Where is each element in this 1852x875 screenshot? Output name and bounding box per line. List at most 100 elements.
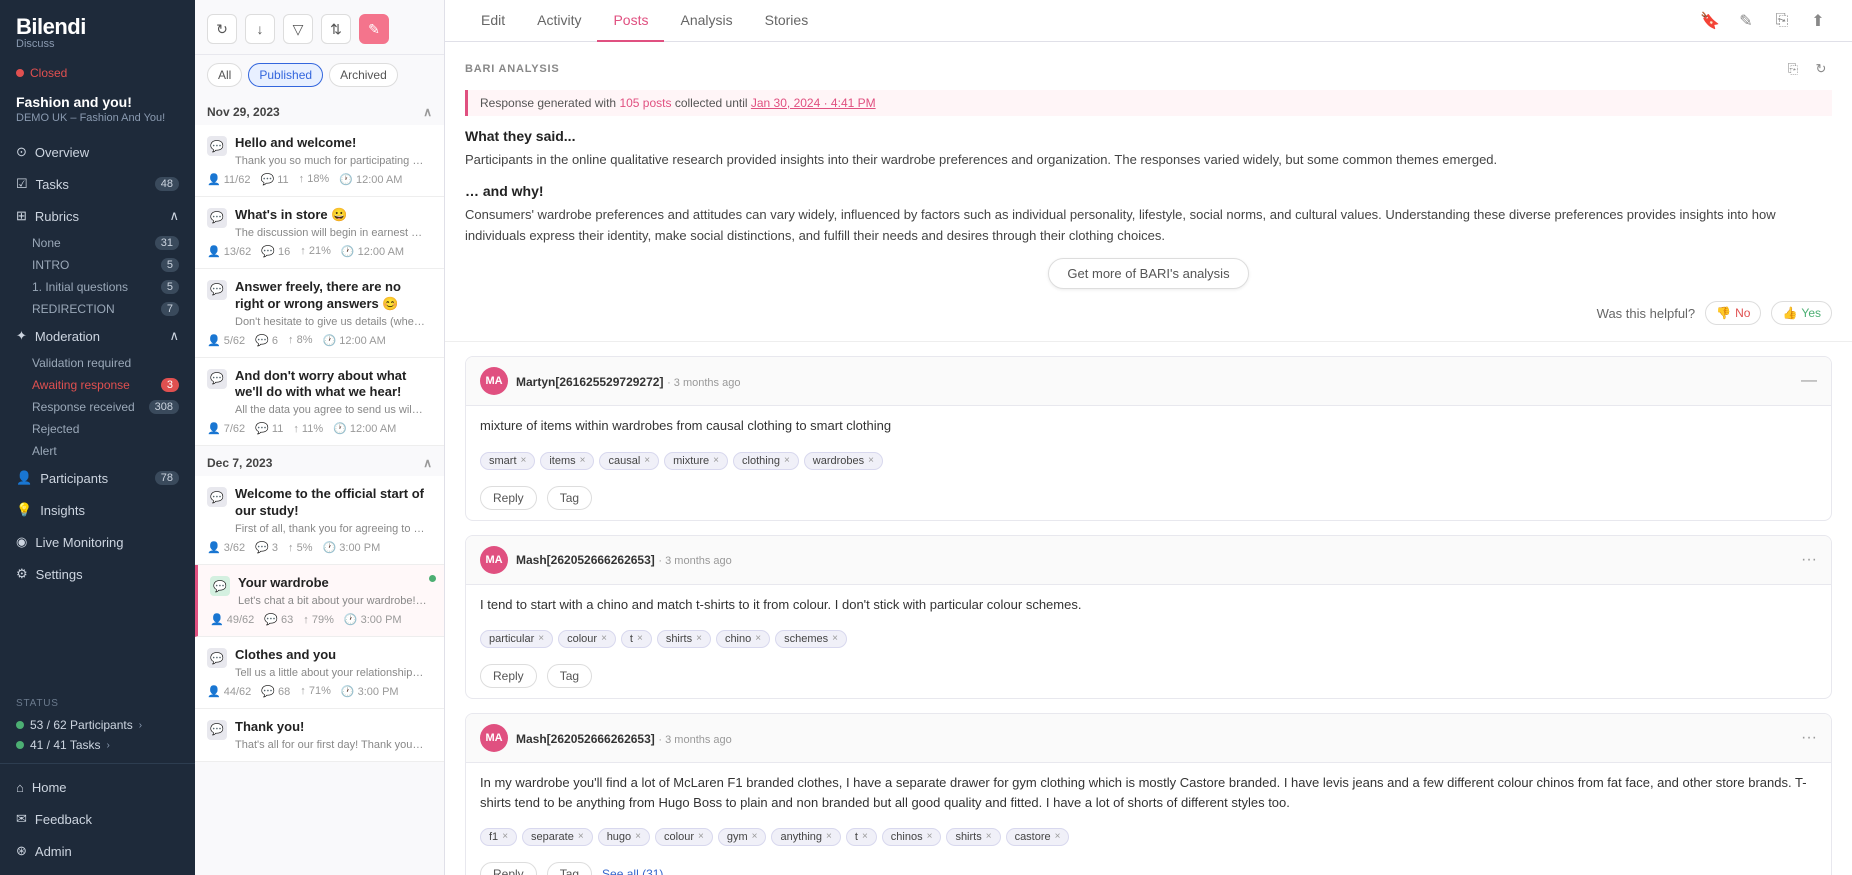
tag: chino × xyxy=(716,630,770,648)
sidebar-item-awaiting-response[interactable]: Awaiting response3 xyxy=(0,374,195,396)
tag: clothing × xyxy=(733,452,799,470)
sidebar-item-rejected[interactable]: Rejected xyxy=(0,418,195,440)
post-menu-button[interactable]: ··· xyxy=(1801,729,1817,747)
tag-remove-button[interactable]: × xyxy=(521,456,527,466)
tag-remove-button[interactable]: × xyxy=(752,832,758,842)
list-item[interactable]: 💬 What's in store 😀 The discussion will … xyxy=(195,197,444,269)
tag-remove-button[interactable]: × xyxy=(927,832,933,842)
sidebar-item-validation-required[interactable]: Validation required xyxy=(0,352,195,374)
post-type-icon: 💬 xyxy=(210,576,230,596)
sidebar-item-initial-questions[interactable]: 1. Initial questions5 xyxy=(0,276,195,298)
sort-button[interactable]: ⇅ xyxy=(321,14,351,44)
see-all-button[interactable]: See all (31) xyxy=(602,867,663,875)
tab-stories[interactable]: Stories xyxy=(749,0,825,42)
upload-icon[interactable]: ⬆ xyxy=(1804,7,1832,35)
sidebar-item-home[interactable]: ⌂ Home xyxy=(0,772,195,803)
helpful-row: Was this helpful? 👎 No 👍 Yes xyxy=(465,301,1832,325)
list-item[interactable]: 💬 Welcome to the official start of our s… xyxy=(195,476,444,565)
tag-remove-button[interactable]: × xyxy=(826,832,832,842)
tag-remove-button[interactable]: × xyxy=(635,832,641,842)
tab-activity[interactable]: Activity xyxy=(521,0,597,42)
sidebar-item-participants[interactable]: 👤 Participants 78 xyxy=(0,462,195,494)
sidebar-item-moderation[interactable]: ✦ Moderation ∧ xyxy=(0,320,195,352)
tag-remove-button[interactable]: × xyxy=(644,456,650,466)
bari-refresh-button[interactable]: ↻ xyxy=(1810,58,1832,80)
tag-remove-button[interactable]: × xyxy=(832,634,838,644)
refresh-button[interactable]: ↻ xyxy=(207,14,237,44)
sidebar-item-live-monitoring[interactable]: ◉ Live Monitoring xyxy=(0,526,195,558)
tag-remove-button[interactable]: × xyxy=(1055,832,1061,842)
tasks-status[interactable]: 41 / 41 Tasks › xyxy=(16,735,179,755)
tab-edit[interactable]: Edit xyxy=(465,0,521,42)
post-card-user: MA Mash[262052666262653] · 3 months ago xyxy=(480,546,732,574)
sidebar-item-settings[interactable]: ⚙ Settings xyxy=(0,558,195,590)
download-button[interactable]: ↓ xyxy=(245,14,275,44)
tag-remove-button[interactable]: × xyxy=(868,456,874,466)
sidebar-item-overview[interactable]: ⊙ Overview xyxy=(0,136,195,168)
list-item[interactable]: 💬 And don't worry about what we'll do wi… xyxy=(195,358,444,447)
sidebar-item-response-received[interactable]: Response received308 xyxy=(0,396,195,418)
participants-status[interactable]: 53 / 62 Participants › xyxy=(16,715,179,735)
bookmark-icon[interactable]: 🔖 xyxy=(1696,7,1724,35)
sidebar-item-redirection[interactable]: REDIRECTION7 xyxy=(0,298,195,320)
list-item[interactable]: 💬 Clothes and you Tell us a little about… xyxy=(195,637,444,709)
sidebar-item-alert[interactable]: Alert xyxy=(0,440,195,462)
tag-remove-button[interactable]: × xyxy=(637,634,643,644)
tag-remove-button[interactable]: × xyxy=(580,456,586,466)
sidebar-item-intro[interactable]: INTRO5 xyxy=(0,254,195,276)
sidebar-item-admin[interactable]: ⊛ Admin xyxy=(0,835,195,867)
reply-button[interactable]: Reply xyxy=(480,664,537,688)
helpful-no-button[interactable]: 👎 No xyxy=(1705,301,1761,325)
sidebar-item-tasks[interactable]: ☑ Tasks 48 xyxy=(0,168,195,200)
list-item[interactable]: 💬 Answer freely, there are no right or w… xyxy=(195,269,444,358)
tag-remove-button[interactable]: × xyxy=(986,832,992,842)
tag-remove-button[interactable]: × xyxy=(538,634,544,644)
edit-button[interactable]: ✎ xyxy=(359,14,389,44)
list-item[interactable]: 💬 Hello and welcome! Thank you so much f… xyxy=(195,125,444,197)
filter-all[interactable]: All xyxy=(207,63,242,87)
filter-button[interactable]: ▽ xyxy=(283,14,313,44)
tag-button[interactable]: Tag xyxy=(547,486,592,510)
list-item[interactable]: 💬 Your wardrobe Let's chat a bit about y… xyxy=(195,565,444,637)
chevron-up-icon: ∧ xyxy=(169,208,179,224)
tag-remove-button[interactable]: × xyxy=(713,456,719,466)
helpful-yes-button[interactable]: 👍 Yes xyxy=(1771,301,1832,325)
pencil-icon[interactable]: ✎ xyxy=(1732,7,1760,35)
sidebar-item-rubrics[interactable]: ⊞ Rubrics ∧ xyxy=(0,200,195,232)
tab-analysis[interactable]: Analysis xyxy=(664,0,748,42)
reply-button[interactable]: Reply xyxy=(480,862,537,875)
tag-remove-button[interactable]: × xyxy=(755,634,761,644)
collapse-dec7-button[interactable]: ∧ xyxy=(423,456,432,470)
tag-remove-button[interactable]: × xyxy=(578,832,584,842)
tab-posts[interactable]: Posts xyxy=(597,0,664,42)
posts-link[interactable]: 105 posts xyxy=(619,96,671,110)
sidebar-item-feedback[interactable]: ✉ Feedback xyxy=(0,803,195,835)
tag: schemes × xyxy=(775,630,847,648)
post-menu-button[interactable]: ··· xyxy=(1801,551,1817,569)
bari-title-actions: ⎘ ↻ xyxy=(1782,58,1832,80)
filter-published[interactable]: Published xyxy=(248,63,323,87)
tag-remove-button[interactable]: × xyxy=(502,832,508,842)
collapse-nov29-button[interactable]: ∧ xyxy=(423,105,432,119)
copy-icon[interactable]: ⎘ xyxy=(1768,7,1796,35)
filter-archived[interactable]: Archived xyxy=(329,63,398,87)
sidebar-item-none[interactable]: None31 xyxy=(0,232,195,254)
tag-button[interactable]: Tag xyxy=(547,664,592,688)
reply-button[interactable]: Reply xyxy=(480,486,537,510)
tag-button[interactable]: Tag xyxy=(547,862,592,875)
insights-icon: 💡 xyxy=(16,502,32,518)
post-actions: Reply Tag xyxy=(466,658,1831,698)
tag-remove-button[interactable]: × xyxy=(698,832,704,842)
get-more-bari-button[interactable]: Get more of BARI's analysis xyxy=(1048,258,1248,289)
sidebar-item-label: Insights xyxy=(40,503,85,518)
post-menu-button[interactable]: — xyxy=(1801,372,1817,390)
date-link[interactable]: Jan 30, 2024 · 4:41 PM xyxy=(751,96,876,110)
tag-remove-button[interactable]: × xyxy=(601,634,607,644)
tag-remove-button[interactable]: × xyxy=(696,634,702,644)
bari-copy-button[interactable]: ⎘ xyxy=(1782,58,1804,80)
sidebar-item-insights[interactable]: 💡 Insights xyxy=(0,494,195,526)
list-item[interactable]: 💬 Thank you! That's all for our first da… xyxy=(195,709,444,762)
tag-remove-button[interactable]: × xyxy=(784,456,790,466)
tag-remove-button[interactable]: × xyxy=(862,832,868,842)
live-monitoring-icon: ◉ xyxy=(16,534,27,550)
